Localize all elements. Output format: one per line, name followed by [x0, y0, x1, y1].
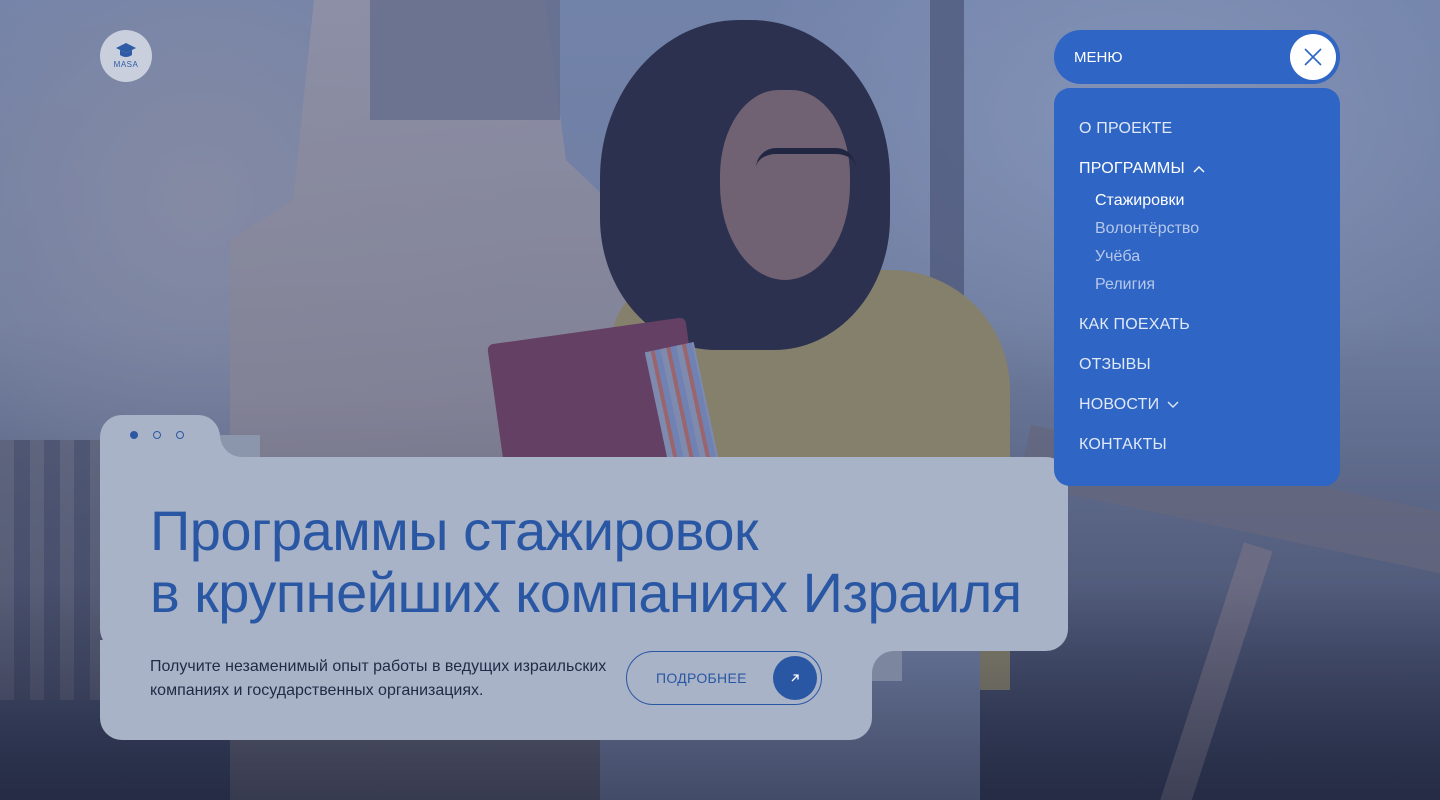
close-icon	[1304, 48, 1322, 66]
slider-dot-3[interactable]	[176, 431, 184, 439]
submenu-item-volunteering[interactable]: Волонтёрство	[1095, 220, 1199, 238]
logo[interactable]: MASA	[100, 30, 152, 82]
menu-item-how-to-go[interactable]: КАК ПОЕХАТЬ	[1079, 316, 1190, 334]
graduation-cap-icon	[116, 43, 136, 57]
submenu-item-study[interactable]: Учёба	[1095, 248, 1140, 266]
more-button[interactable]: ПОДРОБНЕЕ	[626, 651, 822, 705]
logo-text: MASA	[113, 60, 139, 69]
hero-title-line-2: в крупнейших компаниях Израиля	[150, 561, 1022, 624]
close-menu-button[interactable]	[1290, 34, 1336, 80]
menu-bar[interactable]: МЕНЮ	[1054, 30, 1340, 84]
hero-title-line-1: Программы стажировок	[150, 499, 759, 562]
menu-label: МЕНЮ	[1074, 48, 1123, 66]
slider-dot-1[interactable]	[130, 431, 138, 439]
menu-item-contacts[interactable]: КОНТАКТЫ	[1079, 436, 1167, 454]
slider-dot-2[interactable]	[153, 431, 161, 439]
menu-item-about[interactable]: О ПРОЕКТЕ	[1079, 120, 1172, 138]
arrow-up-right-icon	[773, 656, 817, 700]
more-button-label: ПОДРОБНЕЕ	[656, 670, 747, 686]
chevron-down-icon	[1167, 401, 1179, 408]
submenu-item-internships[interactable]: Стажировки	[1095, 192, 1184, 210]
hero-title: Программы стажировок в крупнейших компан…	[150, 500, 1022, 624]
menu-panel: О ПРОЕКТЕ ПРОГРАММЫ Стажировки Волонтёрс…	[1054, 88, 1340, 486]
hero-description: Получите незаменимый опыт работы в ведущ…	[150, 658, 607, 699]
chevron-up-icon	[1193, 166, 1205, 173]
submenu-item-religion[interactable]: Религия	[1095, 276, 1155, 294]
menu-item-news[interactable]: НОВОСТИ	[1079, 396, 1179, 414]
slider-dots	[130, 431, 184, 439]
menu-item-reviews[interactable]: ОТЗЫВЫ	[1079, 356, 1151, 374]
menu-item-programs[interactable]: ПРОГРАММЫ	[1079, 160, 1205, 178]
